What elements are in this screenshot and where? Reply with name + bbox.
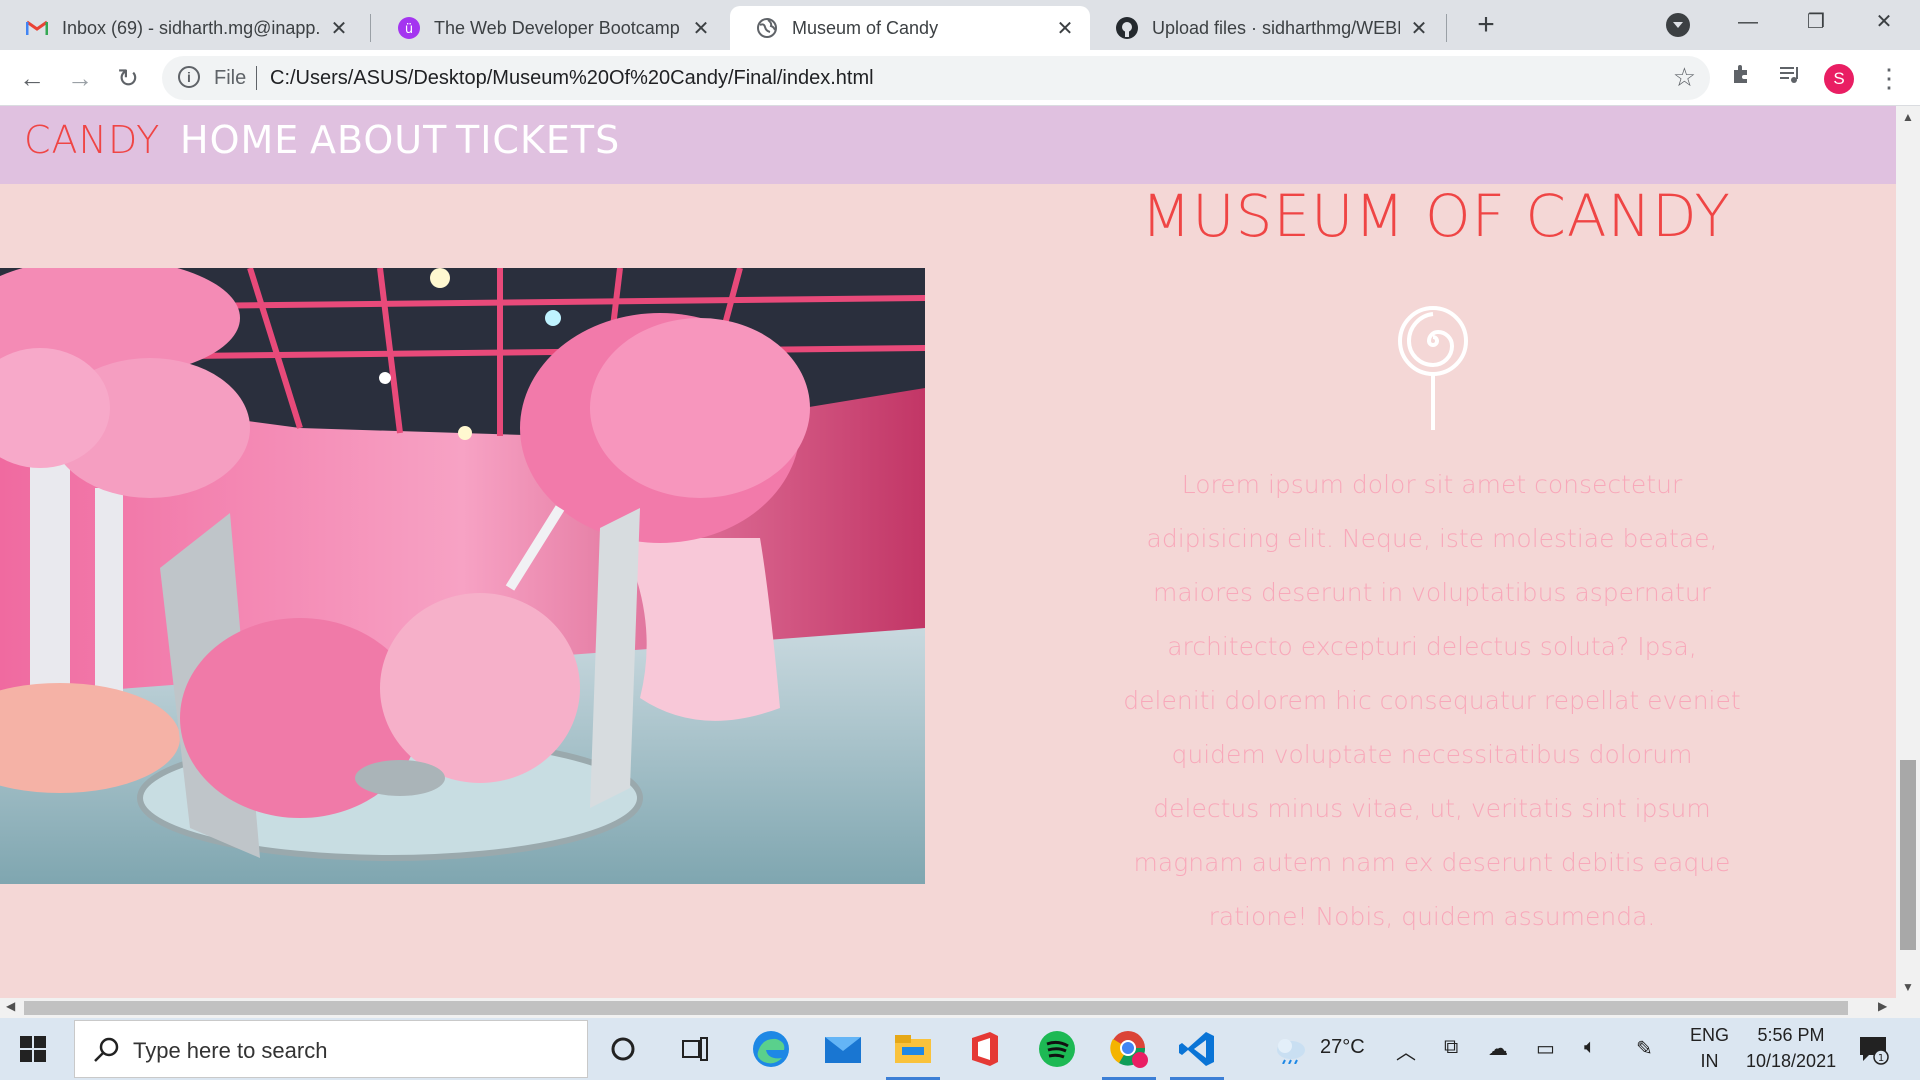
tab-github[interactable]: Upload files · sidharthmg/WEBDE ✕ [1090,6,1444,50]
horizontal-scrollbar[interactable]: ◀ ▶ [0,998,1920,1018]
new-tab-button[interactable]: + [1466,6,1506,46]
info-icon[interactable]: i [178,66,200,88]
nav-brand[interactable]: CANDY [24,118,160,162]
vscode-icon[interactable] [1170,1026,1224,1080]
tab-separator [370,14,371,42]
scroll-left-icon[interactable]: ◀ [6,999,15,1013]
volume-icon[interactable]: 🔈︎ [1584,1036,1596,1059]
office-icon[interactable] [962,1026,1008,1072]
address-bar[interactable]: i File C:/Users/ASUS/Desktop/Museum%20Of… [162,56,1710,100]
weather-temp[interactable]: 27°C [1320,1036,1365,1059]
close-tab-icon[interactable]: ✕ [1054,16,1076,41]
profile-avatar[interactable]: S [1824,64,1854,94]
clock-time: 5:56 PM [1757,1025,1825,1045]
show-hidden-icons-icon[interactable]: ︿ [1396,1036,1416,1065]
taskbar-search[interactable]: Type here to search [74,1020,588,1078]
menu-icon[interactable]: ⋮ [1876,60,1902,96]
candy-museum-photo [0,268,925,884]
udemy-icon: ü [398,17,420,39]
nav-link-home[interactable]: HOME [180,118,299,162]
svg-text:ü: ü [405,22,413,37]
windows-start-icon[interactable] [20,1036,46,1062]
file-explorer-icon[interactable] [886,1026,940,1080]
nav-link-about[interactable]: ABOUT [310,118,447,162]
meet-now-icon[interactable]: ⧉ [1444,1036,1458,1059]
gmail-icon [26,17,48,39]
clock-date: 10/18/2021 [1746,1051,1837,1071]
extensions-icon[interactable] [1726,62,1758,94]
close-tab-icon[interactable]: ✕ [328,16,350,41]
scroll-right-icon[interactable]: ▶ [1878,999,1887,1013]
divider [256,66,257,90]
pen-icon[interactable]: ✎ [1636,1036,1653,1061]
close-tab-icon[interactable]: ✕ [690,16,712,41]
tab-strip: Inbox (69) - sidharth.mg@inapp.c ✕ ü The… [0,0,1920,50]
media-queue-icon[interactable] [1774,62,1806,94]
hero-paragraph: Lorem ipsum dolor sit amet consectetur a… [1123,470,1741,931]
notification-count: 1 [1878,1053,1884,1064]
cortana-icon[interactable] [600,1026,646,1072]
tab-search-icon[interactable] [1666,13,1690,37]
url-text[interactable]: C:/Users/ASUS/Desktop/Museum%20Of%20Cand… [270,67,874,90]
weather-icon[interactable] [1268,1026,1314,1072]
tab-title: Inbox (69) - sidharth.mg@inapp.c [62,17,320,38]
scheme-label: File [214,67,247,89]
vertical-scroll-thumb[interactable] [1900,760,1916,950]
edge-icon[interactable] [748,1026,794,1072]
close-tab-icon[interactable]: ✕ [1408,16,1430,41]
scroll-down-icon[interactable]: ▼ [1902,980,1914,994]
browser-toolbar: ← → ↻ i File C:/Users/ASUS/Desktop/Museu… [0,50,1920,106]
github-icon [1116,17,1138,39]
tab-museum-of-candy[interactable]: Museum of Candy ✕ [730,6,1090,50]
language-region: IN [1700,1051,1719,1071]
back-icon[interactable]: ← [14,60,50,96]
notifications-icon[interactable]: 1 [1850,1026,1896,1072]
scroll-up-icon[interactable]: ▲ [1902,110,1914,124]
tab-separator [1446,14,1447,42]
taskbar: Type here to search 27°C ︿ ⧉ ☁ ▭ 🔈︎ ✎ EN… [0,1018,1920,1080]
horizontal-scroll-thumb[interactable] [24,1001,1848,1015]
onedrive-icon[interactable]: ☁ [1488,1036,1508,1061]
battery-icon[interactable]: ▭ [1536,1036,1555,1061]
tab-title: Museum of Candy [792,17,939,38]
tab-title: The Web Developer Bootcamp 20 [434,17,682,38]
reload-icon[interactable]: ↻ [110,60,146,96]
bookmark-star-icon[interactable]: ☆ [1673,62,1696,93]
lollipop-icon [1394,302,1472,430]
search-icon [94,1037,119,1062]
language-indicator[interactable]: ENG IN [1690,1022,1729,1074]
close-window-button[interactable]: ✕ [1850,0,1918,44]
minimize-button[interactable]: — [1714,0,1782,44]
site-navbar: CANDY HOME ABOUT TICKETS [0,106,1896,184]
search-placeholder: Type here to search [133,1038,328,1063]
task-view-icon[interactable] [672,1026,718,1072]
tab-gmail[interactable]: Inbox (69) - sidharth.mg@inapp.c ✕ [0,6,364,50]
spotify-icon[interactable] [1034,1026,1080,1072]
language-code: ENG [1690,1025,1730,1045]
chrome-icon[interactable] [1102,1026,1156,1080]
nav-link-tickets[interactable]: TICKETS [456,118,620,162]
mail-icon[interactable] [820,1026,866,1072]
clock[interactable]: 5:56 PM 10/18/2021 [1746,1022,1836,1074]
restore-button[interactable]: ❐ [1782,0,1850,44]
page-viewport: CANDY HOME ABOUT TICKETS MUSEUM OF CANDY… [0,106,1896,998]
tab-udemy[interactable]: ü The Web Developer Bootcamp 20 ✕ [372,6,726,50]
forward-icon[interactable]: → [62,60,98,96]
globe-icon [756,17,778,39]
vertical-scrollbar[interactable]: ▲ ▼ [1896,106,1920,998]
hero-title: MUSEUM OF CANDY [1141,182,1731,250]
tab-title: Upload files · sidharthmg/WEBDE [1152,17,1400,38]
